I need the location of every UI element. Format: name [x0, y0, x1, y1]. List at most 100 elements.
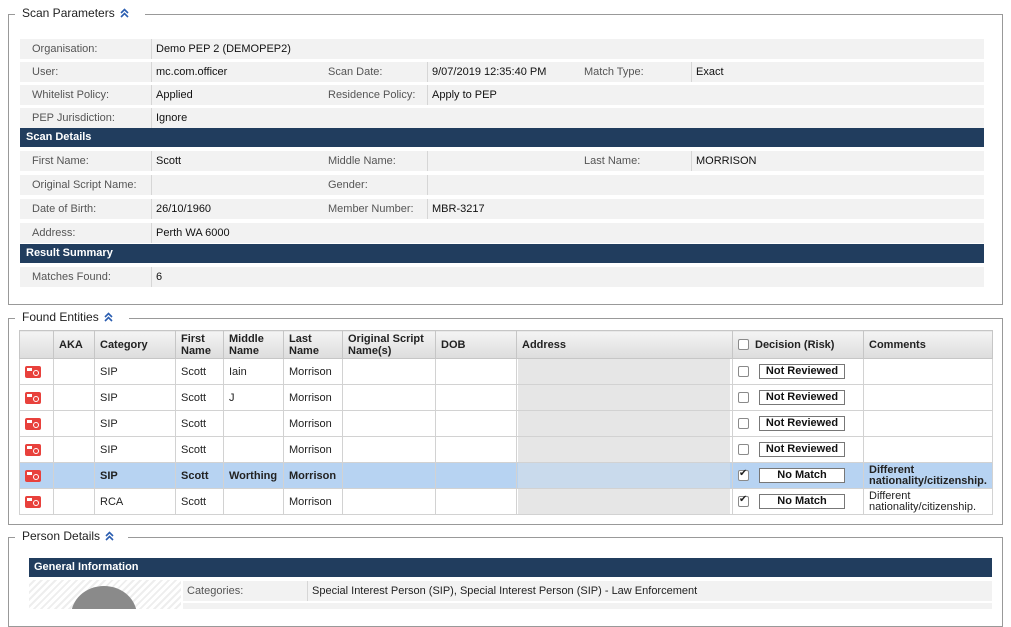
decision-cell: Not Reviewed [732, 436, 864, 463]
decision-button[interactable]: No Match [759, 494, 845, 509]
table-row[interactable]: SIP Scott Iain Morrison Not Reviewed [19, 358, 993, 385]
header-comments[interactable]: Comments [863, 330, 993, 359]
last-name-cell: Morrison [283, 462, 343, 489]
first-name-value: Scott [151, 151, 323, 171]
original-script-cell [342, 384, 436, 411]
dob-cell [435, 436, 517, 463]
dob-value: 26/10/1960 [151, 199, 323, 219]
name-row: First Name: Scott Middle Name: Last Name… [20, 151, 984, 171]
flag-cell [19, 462, 54, 489]
collapse-chevron-icon[interactable] [104, 312, 113, 322]
residence-label: Residence Policy: [328, 89, 416, 101]
aka-cell [53, 384, 95, 411]
dob-cell [435, 488, 517, 515]
first-name-cell: Scott [175, 462, 224, 489]
decision-button[interactable]: Not Reviewed [759, 442, 845, 457]
decision-cell: No Match [732, 462, 864, 489]
table-row[interactable]: SIP Scott Morrison Not Reviewed [19, 410, 993, 437]
matches-value: 6 [151, 267, 984, 287]
original-script-label: Original Script Name: [32, 179, 137, 191]
original-script-cell [342, 358, 436, 385]
comments-cell [863, 358, 993, 385]
flag-icon[interactable] [25, 469, 41, 482]
header-dob[interactable]: DOB [435, 330, 517, 359]
address-value: Perth WA 6000 [151, 223, 984, 243]
first-name-cell: Scott [175, 436, 224, 463]
dob-cell [435, 462, 517, 489]
middle-name-cell: J [223, 384, 284, 411]
address-redacted [518, 489, 730, 514]
category-cell: RCA [94, 488, 176, 515]
table-row[interactable]: RCAScott Morrison No Match Different nation… [19, 488, 993, 515]
collapse-chevron-icon[interactable] [105, 531, 114, 541]
last-name-label: Last Name: [584, 155, 641, 167]
row-checkbox[interactable] [738, 392, 749, 403]
select-all-checkbox[interactable] [738, 339, 749, 351]
matches-label: Matches Found: [32, 271, 111, 283]
flag-icon[interactable] [25, 495, 41, 508]
address-cell [516, 462, 733, 489]
header-last-name[interactable]: Last Name [283, 330, 343, 359]
whitelist-label: Whitelist Policy: [32, 89, 110, 101]
decision-button[interactable]: Not Reviewed [759, 364, 845, 379]
scan-parameters-title: Scan Parameters [22, 6, 115, 20]
comments-cell: Different nationality/citizenship. [863, 488, 993, 515]
match-type-label: Match Type: [584, 66, 644, 78]
row-checkbox[interactable] [738, 366, 749, 377]
flag-icon[interactable] [25, 417, 41, 430]
row-checkbox[interactable] [738, 444, 749, 455]
address-redacted [518, 411, 730, 436]
original-script-value [151, 175, 323, 195]
header-middle-name[interactable]: Middle Name [223, 330, 284, 359]
flag-icon[interactable] [25, 365, 41, 378]
flag-cell [19, 384, 54, 411]
script-gender-row: Original Script Name: Gender: [20, 175, 984, 195]
last-name-cell: Morrison [283, 410, 343, 437]
dob-cell [435, 384, 517, 411]
table-row[interactable]: SIP Scott J Morrison Not Reviewed [19, 384, 993, 411]
person-details-title: Person Details [22, 529, 101, 543]
address-redacted [518, 437, 730, 462]
scan-details-header: Scan Details [20, 128, 984, 147]
header-category[interactable]: Category [94, 330, 176, 359]
header-address[interactable]: Address [516, 330, 733, 359]
header-flag [19, 330, 54, 359]
decision-button[interactable]: No Match [759, 468, 845, 483]
flag-icon[interactable] [25, 443, 41, 456]
dob-cell [435, 358, 517, 385]
flag-cell [19, 358, 54, 385]
collapse-chevron-icon[interactable] [120, 8, 129, 18]
decision-cell: Not Reviewed [732, 358, 864, 385]
address-cell [516, 384, 733, 411]
row-checkbox[interactable] [738, 494, 749, 507]
flag-icon[interactable] [25, 391, 41, 404]
header-first-name[interactable]: First Name [175, 330, 224, 359]
header-original-script[interactable]: Original Script Name(s) [342, 330, 436, 359]
original-script-cell [342, 462, 436, 489]
categories-label: Categories: [187, 585, 244, 597]
original-script-cell [342, 488, 436, 515]
table-row[interactable]: SIP Scott Morrison Not Reviewed [19, 436, 993, 463]
header-aka[interactable]: AKA [53, 330, 95, 359]
comments-cell [863, 384, 993, 411]
table-row[interactable]: SIPScottWorthingMorrison No Match Differen… [19, 462, 993, 489]
comments-cell [863, 410, 993, 437]
decision-button[interactable]: Not Reviewed [759, 416, 845, 431]
header-decision-label[interactable]: Decision (Risk) [755, 339, 834, 351]
whitelist-value: Applied [151, 85, 323, 105]
decision-button[interactable]: Not Reviewed [759, 390, 845, 405]
member-number-label: Member Number: [328, 203, 414, 215]
middle-name-cell [223, 410, 284, 437]
last-name-cell: Morrison [283, 358, 343, 385]
scan-date-label: Scan Date: [328, 66, 383, 78]
first-name-label: First Name: [32, 155, 89, 167]
category-cell: SIP [94, 358, 176, 385]
category-cell: SIP [94, 462, 176, 489]
aka-cell [53, 436, 95, 463]
result-summary-header: Result Summary [20, 244, 984, 263]
first-name-cell: Scott [175, 488, 224, 515]
row-checkbox[interactable] [738, 468, 749, 481]
comments-cell [863, 436, 993, 463]
row-checkbox[interactable] [738, 418, 749, 429]
gender-value [427, 175, 984, 195]
